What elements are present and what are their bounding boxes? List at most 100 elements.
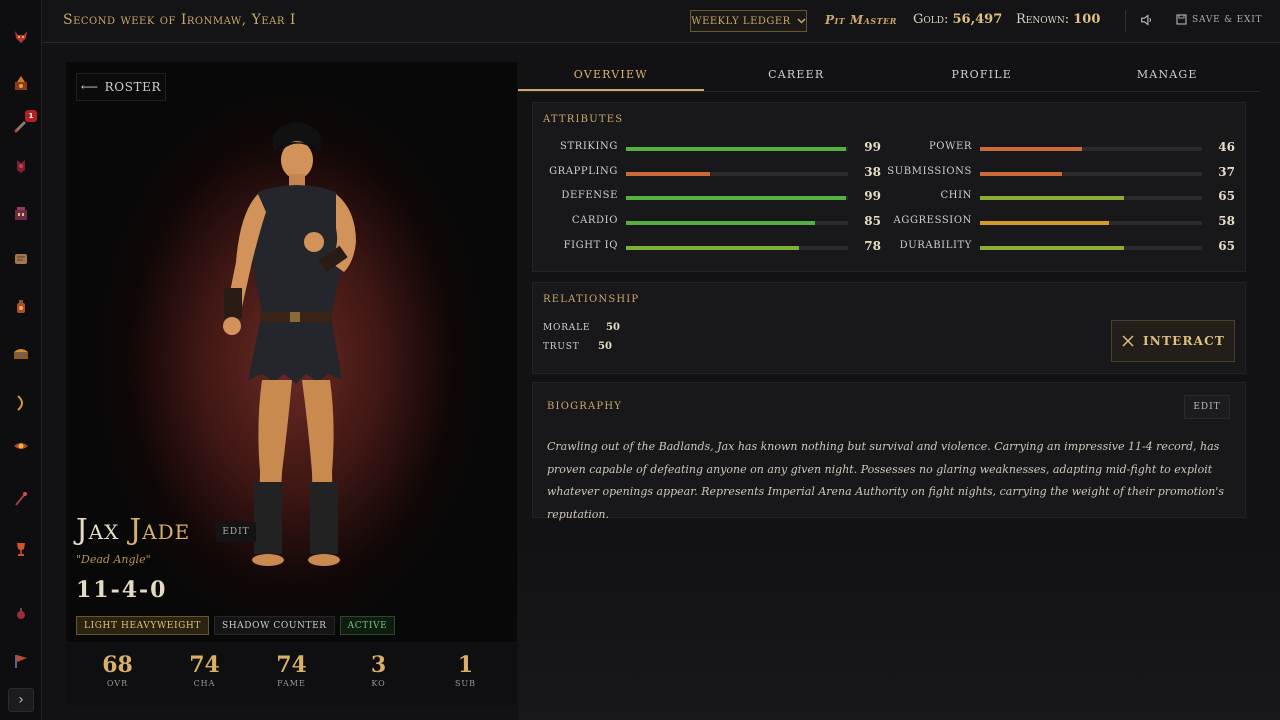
attribute-bar-fill: [626, 171, 711, 176]
attribute-bar-track: [980, 171, 1202, 176]
fighter-name: Jax Jade: [76, 512, 190, 546]
floppy-icon: [1176, 14, 1187, 25]
trophy-icon[interactable]: [11, 539, 31, 559]
stat-ovr: 68 OVR: [83, 643, 153, 705]
eye-icon[interactable]: [11, 436, 31, 456]
stat-sub: 1 SUB: [431, 643, 501, 705]
flag-icon[interactable]: [11, 651, 31, 671]
attribute-bar-fill: [626, 147, 846, 151]
fighter-nickname: "Dead Angle": [76, 553, 151, 566]
attribute-bar-track: [980, 245, 1202, 250]
attribute-label-grappling: Grappling: [549, 165, 618, 177]
scroll-icon[interactable]: [11, 249, 31, 269]
attribute-bar-track: [980, 147, 1202, 151]
stat-label: FAME: [277, 679, 306, 688]
biography-text: Crawling out of the Badlands, Jax has kn…: [547, 440, 1224, 521]
attribute-value: 58: [1218, 214, 1235, 229]
lantern-icon[interactable]: [11, 297, 31, 317]
weight-class-tag: Light Heavyweight: [76, 616, 209, 635]
chest-icon[interactable]: [11, 343, 31, 363]
chevron-down-icon: [797, 18, 806, 24]
weekly-ledger-dropdown[interactable]: Weekly Ledger: [690, 10, 807, 32]
attribute-bar-track: [626, 147, 848, 151]
stat-cha: 74 CHA: [170, 643, 240, 705]
attribute-bar-fill: [980, 245, 1125, 250]
attribute-bar-track: [626, 245, 848, 250]
attribute-bar-fill: [626, 221, 815, 226]
fighter-record: 11-4-0: [76, 577, 168, 603]
attribute-label-aggression: Aggression: [893, 215, 972, 227]
edit-name-button[interactable]: Edit: [216, 522, 256, 542]
attribute-value: 65: [1218, 189, 1235, 204]
status-badge: Active: [339, 616, 396, 635]
forge-icon[interactable]: [11, 73, 31, 93]
spear-icon[interactable]: [11, 489, 31, 509]
demon-mask-icon[interactable]: [11, 27, 31, 47]
attribute-bar-track: [626, 171, 848, 176]
attribute-label-cardio: Cardio: [571, 215, 618, 227]
save-exit-label: Save & Exit: [1192, 14, 1263, 25]
detail-tabs: Overview Career Profile Manage: [518, 62, 1260, 92]
top-bar: Second week of Ironmaw, Year I Weekly Le…: [43, 0, 1280, 43]
sidebar-expand-button[interactable]: ›: [8, 688, 34, 712]
attribute-value: 46: [1218, 140, 1235, 154]
notification-badge: 1: [25, 110, 37, 122]
bow-icon[interactable]: [11, 393, 31, 413]
back-to-roster-button[interactable]: ⟵ Roster: [76, 73, 166, 101]
stat-label: CHA: [193, 679, 216, 688]
game-date: Second week of Ironmaw, Year I: [63, 12, 296, 28]
interact-button[interactable]: Interact: [1111, 320, 1235, 362]
attribute-label-submissions: Submissions: [887, 165, 972, 177]
attribute-label-power: Power: [928, 141, 972, 152]
morale-label: Morale: [543, 323, 591, 333]
save-exit-button[interactable]: Save & Exit: [1176, 14, 1262, 25]
attribute-bar-track: [980, 221, 1202, 226]
building-icon[interactable]: [11, 203, 31, 223]
attributes-title: Attributes: [543, 114, 624, 125]
fighter-first-name: Jax: [76, 512, 120, 546]
stat-value: 3: [370, 652, 387, 678]
tab-career[interactable]: Career: [704, 62, 890, 91]
fighter-portrait-card: ⟵ Roster Jax Jade Edit "Dead Angle" 11-4…: [66, 62, 517, 642]
beast-icon[interactable]: [11, 156, 31, 176]
attribute-bar-fill: [980, 171, 1063, 176]
ledger-label: Weekly Ledger: [691, 15, 791, 27]
attribute-bar-fill: [980, 147, 1083, 151]
stat-fame: 74 FAME: [257, 643, 327, 705]
morale-value: 50: [606, 322, 620, 333]
fighter-tags: Light Heavyweight Shadow Counter Active: [76, 616, 396, 635]
attribute-label-durability: Durability: [899, 239, 972, 251]
divider: [1125, 10, 1126, 32]
fighter-stats-bar: 68 OVR 74 CHA 74 FAME 3 KO 1 SUB: [66, 643, 517, 705]
attribute-value: 65: [1218, 238, 1235, 253]
attribute-bar-fill: [980, 221, 1109, 226]
attribute-bar-fill: [626, 245, 800, 250]
background-scene: [518, 530, 1280, 720]
gold-display: Gold: 56,497: [913, 12, 1002, 27]
tab-profile[interactable]: Profile: [889, 62, 1075, 91]
stat-label: KO: [371, 679, 386, 688]
attribute-label-chin: Chin: [940, 190, 972, 202]
stat-value: 74: [276, 652, 307, 678]
attribute-bar-track: [626, 196, 848, 201]
crossed-swords-icon: [1122, 335, 1134, 347]
attribute-label-fight-iq: Fight IQ: [563, 239, 618, 251]
edit-biography-button[interactable]: Edit: [1184, 395, 1230, 419]
stat-value: 1: [457, 652, 474, 678]
gold-value: 56,497: [952, 12, 1003, 27]
tab-manage[interactable]: Manage: [1075, 62, 1261, 91]
renown-label: Renown:: [1016, 12, 1070, 27]
attribute-label-defense: Defense: [561, 190, 618, 202]
attribute-label-striking: Striking: [560, 141, 618, 152]
stat-label: SUB: [454, 679, 477, 688]
potion-icon[interactable]: [11, 603, 31, 623]
stat-value: 74: [189, 652, 220, 678]
sound-icon[interactable]: [1139, 12, 1157, 30]
fighter-portrait: [223, 122, 356, 566]
roster-label: Roster: [104, 80, 162, 94]
attribute-value: 37: [1218, 164, 1235, 179]
sidebar: 1 ›: [0, 0, 42, 720]
tab-overview[interactable]: Overview: [518, 62, 704, 91]
player-role: Pit Master: [825, 13, 897, 27]
back-arrow-icon: ⟵: [80, 80, 99, 94]
